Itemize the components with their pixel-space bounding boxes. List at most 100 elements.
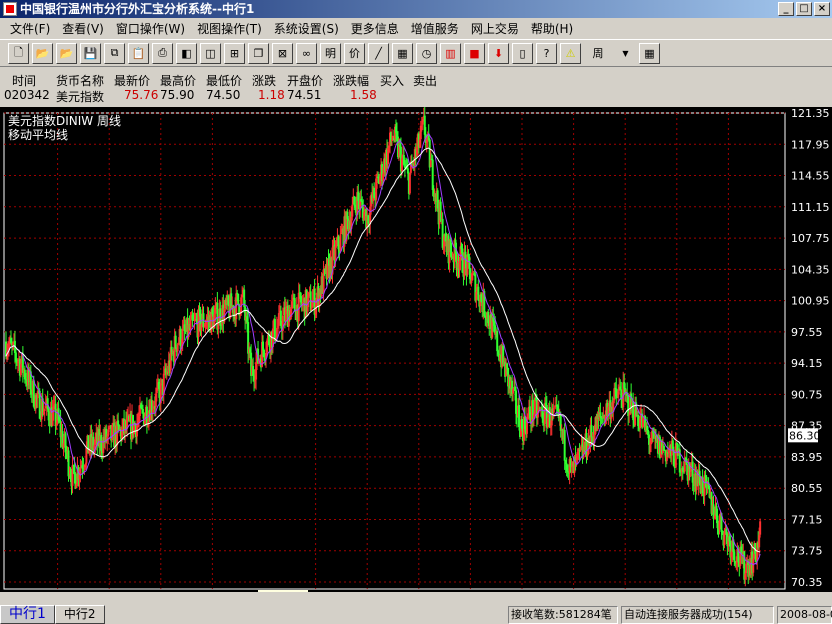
quote-header-0: 时间 — [12, 74, 37, 88]
x-tick-label: 1996 — [103, 591, 131, 592]
menu-item-6[interactable]: 增值服务 — [405, 18, 465, 38]
window-split-icon[interactable]: ◫ — [200, 42, 221, 64]
x-tick-label: 1997 — [155, 591, 183, 592]
open-folder-icon[interactable]: 📂 — [32, 42, 53, 64]
red-box-icon[interactable]: ■ — [464, 42, 485, 64]
x-tick-label: 2002 — [413, 591, 441, 592]
received-count: 接收笔数:581284笔 — [508, 606, 618, 624]
x-tick-label: 2003 — [464, 591, 492, 592]
chevron-down-icon[interactable]: ▼ — [615, 42, 636, 64]
quote-value-4: 74.50 — [206, 88, 241, 102]
help-icon[interactable]: ? — [536, 42, 557, 64]
x-tick-label: 2001 — [361, 591, 389, 592]
quote-value-2: 75.76 — [124, 88, 159, 102]
y-tick-label: 73.75 — [791, 545, 823, 558]
clock-icon[interactable]: ◷ — [416, 42, 437, 64]
menu-item-7[interactable]: 网上交易 — [465, 18, 525, 38]
y-tick-label: 70.35 — [791, 576, 823, 589]
x-tick-label: 1995 — [52, 591, 80, 592]
x-tick-label: 2000 — [310, 591, 338, 592]
window-title: 中国银行温州市分行外汇宝分析系统--中行1 — [20, 2, 255, 16]
y-tick-label: 111.15 — [791, 201, 830, 214]
tab-zhonghang1[interactable]: 中行1 — [0, 605, 55, 624]
y-tick-label: 100.95 — [791, 295, 830, 308]
x-tick-label: 2004 — [516, 591, 544, 592]
chart-red-icon[interactable]: ▥ — [440, 42, 461, 64]
quote-value-6: 74.51 — [287, 88, 322, 102]
link-icon[interactable]: ∞ — [296, 42, 317, 64]
quote-header-6: 开盘价 — [287, 74, 324, 88]
cursor-label-bg — [258, 590, 308, 592]
window-blank-icon[interactable]: ▯ — [512, 42, 533, 64]
window-grid-icon[interactable]: ⊞ — [224, 42, 245, 64]
y-tick-label: 97.55 — [791, 326, 823, 339]
x-tick-label: 1994 — [0, 591, 28, 592]
x-tick-label: 1998 — [206, 591, 234, 592]
menu-item-5[interactable]: 更多信息 — [345, 18, 405, 38]
quote-value-3: 75.90 — [160, 88, 195, 102]
quote-header-9: 卖出 — [413, 74, 438, 88]
minimize-button[interactable]: _ — [778, 2, 794, 16]
window-restore-icon[interactable]: ❐ — [248, 42, 269, 64]
title-bar: 中国银行温州市分行外汇宝分析系统--中行1 _ □ × — [0, 0, 832, 18]
status-date: 2008-08-09 — [777, 606, 832, 624]
y-tick-label: 114.55 — [791, 170, 830, 183]
down-arrow-icon[interactable]: ⬇ — [488, 42, 509, 64]
new-file-icon[interactable]: 🗋 — [8, 42, 29, 64]
save-icon[interactable]: 💾 — [80, 42, 101, 64]
quote-value-7: 1.58 — [350, 88, 377, 102]
period-selector[interactable]: 周 — [584, 42, 612, 64]
menu-item-1[interactable]: 查看(V) — [56, 18, 110, 38]
menu-item-8[interactable]: 帮助(H) — [525, 18, 579, 38]
toolbar: 🗋 📂 📂 💾 ⧉ 📋 ⎙ ◧ ◫ ⊞ ❐ ⊠ ∞ 明价 ╱ ▦ ◷ ▥ ■ ⬇ ▯? ⚠ 周 ▼ ▦ — [0, 39, 832, 67]
line-tool-icon[interactable]: ╱ — [368, 42, 389, 64]
close-button[interactable]: × — [814, 2, 830, 16]
app-icon — [3, 2, 17, 16]
print-icon[interactable]: ⎙ — [152, 42, 173, 64]
quote-value-1: 美元指数 — [56, 90, 105, 104]
x-tick-label: 2006 — [619, 591, 647, 592]
x-tick-label: 2008 — [722, 591, 750, 592]
quote-value-0: 020342 — [4, 88, 50, 102]
connection-status: 自动连接服务器成功(154) — [621, 606, 774, 624]
window-close-icon[interactable]: ⊠ — [272, 42, 293, 64]
y-tick-label: 94.15 — [791, 357, 823, 370]
window-tabs: 中行1 中行2 — [0, 605, 105, 624]
y-tick-label: 83.95 — [791, 451, 823, 464]
y-tick-label: 90.75 — [791, 388, 823, 401]
price-label: 86.30 — [789, 429, 821, 442]
quote-header-1: 货币名称 — [56, 74, 105, 88]
y-tick-label: 104.35 — [791, 263, 830, 276]
quote-header-7: 涨跌幅 — [333, 74, 370, 88]
paste-icon[interactable]: 📋 — [128, 42, 149, 64]
y-tick-label: 77.15 — [791, 513, 823, 526]
明-icon[interactable]: 明 — [320, 42, 341, 64]
x-tick-label: 2007 — [671, 591, 699, 592]
price-chart[interactable]: 121.35 117.95 114.55 111.15 107.75 104.35 100.… — [0, 107, 832, 592]
价-icon[interactable]: 价 — [344, 42, 365, 64]
menu-item-3[interactable]: 视图操作(T) — [191, 18, 268, 38]
warning-icon[interactable]: ⚠ — [560, 42, 581, 64]
table-view-icon[interactable]: ▦ — [639, 42, 660, 64]
menu-bar: 文件(F) 查看(V) 窗口操作(W) 视图操作(T) 系统设置(S) 更多信息 增值服务网… — [0, 18, 832, 38]
y-tick-label: 80.55 — [791, 482, 823, 495]
quote-value-5: 1.18 — [258, 88, 285, 102]
quote-header-2: 最新价 — [114, 74, 151, 88]
quote-header-5: 涨跌 — [252, 74, 277, 88]
open-folder-2-icon[interactable]: 📂 — [56, 42, 77, 64]
copy-icon[interactable]: ⧉ — [104, 42, 125, 64]
maximize-button[interactable]: □ — [796, 2, 812, 16]
menu-item-4[interactable]: 系统设置(S) — [268, 18, 345, 38]
y-tick-label: 107.75 — [791, 232, 830, 245]
x-tick-label: 2005 — [568, 591, 596, 592]
y-tick-label: 121.35 — [791, 107, 830, 120]
menu-item-2[interactable]: 窗口操作(W) — [110, 18, 191, 38]
moving-average-short — [5, 132, 761, 566]
quote-header-3: 最高价 — [160, 74, 197, 88]
tab-zhonghang2[interactable]: 中行2 — [54, 605, 105, 624]
chart-title: 美元指数DINIW 周线 — [8, 113, 121, 128]
window-left-icon[interactable]: ◧ — [176, 42, 197, 64]
chart-subtitle: 移动平均线 — [8, 128, 68, 142]
table-icon[interactable]: ▦ — [392, 42, 413, 64]
menu-item-0[interactable]: 文件(F) — [4, 18, 56, 38]
